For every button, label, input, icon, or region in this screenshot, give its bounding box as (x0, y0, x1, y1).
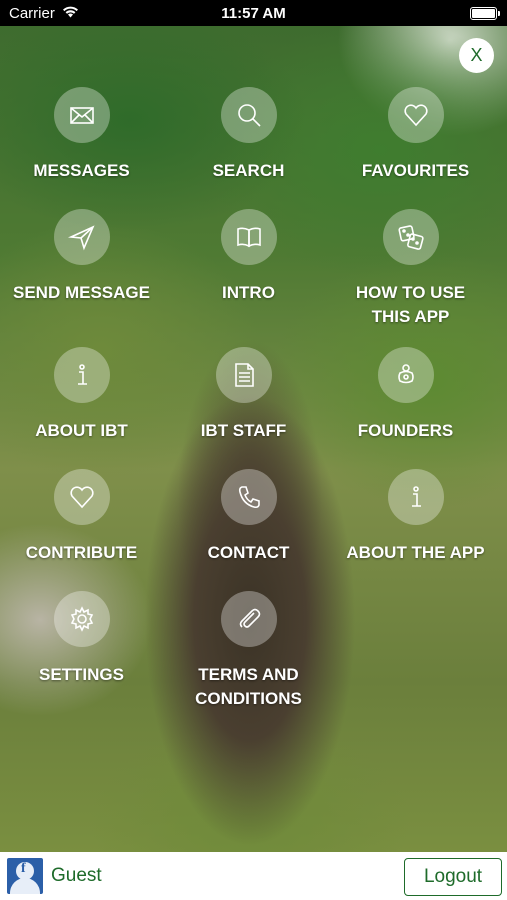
menu-item-messages[interactable]: MESSAGES (0, 87, 166, 183)
info-icon (387, 469, 444, 525)
menu-label: TERMS AND CONDITIONS (195, 665, 302, 708)
menu-item-intro[interactable]: INTRO (164, 209, 333, 305)
pacifier-icon (377, 347, 434, 403)
menu-item-founders[interactable]: FOUNDERS (321, 347, 490, 443)
menu-label: FOUNDERS (357, 421, 454, 440)
info-icon (53, 347, 110, 403)
battery-icon (470, 7, 500, 20)
menu-item-send-message[interactable]: SEND MESSAGE (0, 209, 166, 305)
menu-label: IBT STAFF (200, 421, 287, 440)
menu-item-search[interactable]: SEARCH (164, 87, 333, 183)
paper-plane-icon (53, 209, 110, 265)
clock: 11:57 AM (221, 5, 286, 22)
user-name: Guest (51, 865, 102, 886)
menu-item-about-ibt[interactable]: ABOUT IBT (0, 347, 166, 443)
menu-label: CONTACT (207, 543, 290, 562)
menu-label: INTRO (222, 283, 275, 302)
menu-item-settings[interactable]: SETTINGS (0, 591, 166, 687)
gear-icon (53, 591, 110, 647)
menu-label: FAVOURITES (361, 161, 470, 180)
menu-item-favourites[interactable]: FAVOURITES (331, 87, 500, 183)
menu-label: ABOUT IBT (35, 421, 128, 440)
menu-label: SETTINGS (38, 665, 124, 684)
envelope-icon (53, 87, 110, 143)
book-icon (220, 209, 277, 265)
phone-icon (220, 469, 277, 525)
status-bar: Carrier 11:57 AM (0, 0, 507, 26)
close-button[interactable]: X (459, 38, 494, 73)
dice-icon (382, 209, 439, 265)
heart-icon (53, 469, 110, 525)
menu-item-how-to-use[interactable]: HOW TO USE THIS APP (326, 209, 495, 329)
menu-label: SEARCH (212, 161, 285, 180)
menu-item-contribute[interactable]: CONTRIBUTE (0, 469, 166, 565)
menu-label: MESSAGES (33, 161, 130, 180)
heart-icon (387, 87, 444, 143)
menu-item-about-app[interactable]: ABOUT THE APP (331, 469, 500, 565)
logout-button[interactable]: Logout (404, 858, 502, 896)
avatar[interactable]: f (7, 858, 43, 894)
menu-item-terms[interactable]: TERMS AND CONDITIONS (164, 591, 333, 711)
menu-label: CONTRIBUTE (25, 543, 138, 562)
menu-item-ibt-staff[interactable]: IBT STAFF (159, 347, 328, 443)
search-icon (220, 87, 277, 143)
document-icon (215, 347, 272, 403)
menu-item-contact[interactable]: CONTACT (164, 469, 333, 565)
menu-label: HOW TO USE THIS APP (355, 283, 466, 326)
paperclip-icon (220, 591, 277, 647)
menu-label: SEND MESSAGE (13, 283, 150, 302)
menu-label: ABOUT THE APP (346, 543, 485, 562)
